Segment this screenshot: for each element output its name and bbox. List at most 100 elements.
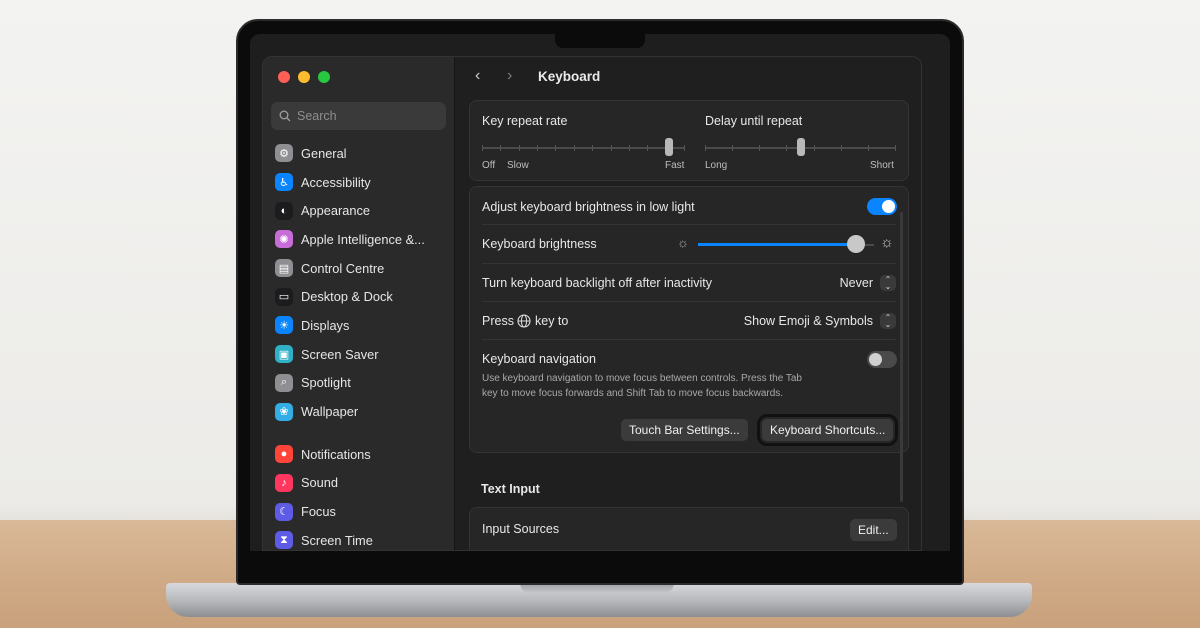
sidebar-item-label: Notifications	[301, 446, 371, 462]
brightness-high-icon: ☼	[880, 234, 894, 251]
backlight-off-label: Turn keyboard backlight off after inacti…	[482, 276, 712, 290]
keyboard-brightness-fill	[698, 243, 857, 246]
keyboard-navigation-toggle[interactable]	[867, 351, 897, 368]
edit-input-sources-button[interactable]: Edit...	[850, 519, 897, 541]
sidebar-nav: ⚙ General ♿ Accessibility ◐ Appearance ✺ Apple …	[275, 139, 447, 550]
sidebar-item-appearance[interactable]: ◐ Appearance	[275, 196, 447, 225]
keyboard-brightness-label: Keyboard brightness	[482, 237, 597, 251]
slider-tick	[705, 145, 706, 151]
sidebar-item-label: Appearance	[301, 203, 371, 219]
gear-icon: ⚙	[275, 144, 293, 163]
text-input-heading: Text Input	[481, 482, 540, 496]
input-sources-card: Input Sources Edit...	[469, 507, 909, 550]
description-line-1: Use keyboard navigation to move focus be…	[482, 373, 802, 384]
page-title: Keyboard	[538, 69, 601, 84]
press-key-suffix: key to	[535, 314, 569, 328]
delay-until-repeat-knob[interactable]	[796, 138, 805, 156]
search-placeholder: Search	[297, 109, 337, 123]
sidebar-item-label: Spotlight	[301, 375, 351, 391]
backlight-off-stepper[interactable]: ⌃ ⌄	[880, 275, 896, 291]
sidebar-item-sound[interactable]: ♪ Sound	[275, 469, 447, 498]
key-repeat-rate-slider[interactable]	[482, 145, 685, 151]
slider-tick	[786, 145, 788, 151]
dock-icon: ▭	[275, 287, 293, 306]
key-repeat-card: Key repeat rate Off Slow Fast Delay unti…	[469, 100, 909, 181]
zoom-button[interactable]	[318, 71, 330, 83]
sidebar-item-screen-time[interactable]: ⧗ Screen Time	[275, 526, 447, 550]
slider-tick	[867, 145, 869, 151]
press-key-stepper[interactable]: ⌃ ⌄	[880, 313, 896, 329]
content-pane: ‹ › Keyboard Key repeat rate Off Slow Fa…	[455, 57, 921, 550]
rate-fast-label: Fast	[665, 160, 685, 171]
press-key-value[interactable]: Show Emoji & Symbols	[744, 314, 873, 328]
slider-tick	[684, 145, 685, 151]
sidebar-item-label: Control Centre	[301, 260, 385, 276]
forward-chevron-icon[interactable]: ›	[507, 67, 512, 85]
screen: Search ⚙ General ♿ Accessibility ◐ Appearance…	[250, 34, 950, 551]
sidebar-item-label: Focus	[301, 504, 336, 520]
search-icon	[279, 110, 291, 122]
minimize-button[interactable]	[298, 71, 310, 83]
accessibility-icon: ♿	[275, 173, 293, 192]
sidebar-item-label: Screen Saver	[301, 346, 379, 362]
rate-slow-label: Slow	[507, 160, 529, 171]
delay-until-repeat-label: Delay until repeat	[705, 114, 803, 128]
adjust-brightness-toggle[interactable]	[867, 198, 897, 215]
divider	[482, 224, 896, 225]
divider	[482, 263, 896, 264]
slider-tick	[628, 145, 630, 151]
sidebar-item-screen-saver[interactable]: ▣ Screen Saver	[275, 340, 447, 369]
displays-icon: ☀	[275, 316, 293, 335]
key-repeat-rate-label: Key repeat rate	[482, 114, 568, 128]
divider	[482, 339, 896, 340]
sidebar-item-label: Apple Intelligence &...	[301, 231, 425, 247]
backlight-off-value[interactable]: Never	[840, 276, 873, 290]
keyboard-settings-card: Adjust keyboard brightness in low light …	[469, 186, 909, 453]
adjust-brightness-label: Adjust keyboard brightness in low light	[482, 200, 695, 214]
apple-intelligence-icon: ✺	[275, 230, 293, 249]
toggle-knob	[882, 200, 895, 213]
slider-tick	[555, 145, 557, 151]
window-controls	[278, 71, 330, 83]
keyboard-brightness-knob[interactable]	[847, 235, 866, 253]
sidebar: Search ⚙ General ♿ Accessibility ◐ Appearance…	[263, 57, 455, 550]
camera-notch	[555, 30, 645, 48]
sidebar-item-notifications[interactable]: ● Notifications	[275, 440, 447, 469]
sidebar-item-general[interactable]: ⚙ General	[275, 139, 447, 168]
slider-tick	[518, 145, 520, 151]
close-button[interactable]	[278, 71, 290, 83]
keyboard-shortcuts-button[interactable]: Keyboard Shortcuts...	[756, 414, 899, 446]
sidebar-item-displays[interactable]: ☀ Displays	[275, 311, 447, 340]
sidebar-item-wallpaper[interactable]: ❀ Wallpaper	[275, 397, 447, 426]
spotlight-icon: ⌕	[275, 373, 293, 392]
appearance-icon: ◐	[275, 201, 293, 220]
rate-off-label: Off	[482, 160, 496, 171]
wallpaper-icon: ❀	[275, 402, 293, 421]
slider-tick	[482, 145, 483, 151]
input-sources-label: Input Sources	[482, 522, 560, 536]
slider-tick	[592, 145, 594, 151]
sidebar-item-spotlight[interactable]: ⌕ Spotlight	[275, 369, 447, 398]
sidebar-item-accessibility[interactable]: ♿ Accessibility	[275, 168, 447, 197]
sidebar-item-focus[interactable]: ☾ Focus	[275, 497, 447, 526]
slider-tick	[813, 145, 815, 151]
search-input[interactable]: Search	[271, 102, 446, 130]
globe-icon	[517, 314, 531, 328]
scrollbar[interactable]	[900, 212, 903, 502]
control-centre-icon: ▤	[275, 259, 293, 278]
slider-tick	[895, 145, 896, 151]
sidebar-item-label: Wallpaper	[301, 404, 359, 420]
press-key-prefix: Press	[482, 314, 514, 328]
touch-bar-settings-button[interactable]: Touch Bar Settings...	[621, 419, 748, 441]
key-repeat-rate-knob[interactable]	[664, 138, 673, 156]
sidebar-item-apple-intelligence[interactable]: ✺ Apple Intelligence &...	[275, 225, 447, 254]
settings-window: Search ⚙ General ♿ Accessibility ◐ Appearance…	[262, 56, 922, 551]
back-chevron-icon[interactable]: ‹	[475, 67, 480, 85]
sidebar-item-control-centre[interactable]: ▤ Control Centre	[275, 254, 447, 283]
slider-tick	[573, 145, 575, 151]
sidebar-item-desktop-dock[interactable]: ▭ Desktop & Dock	[275, 282, 447, 311]
sidebar-item-label: Accessibility	[301, 174, 371, 190]
slider-tick	[759, 145, 761, 151]
description-line-2: key to move focus forwards and Shift Tab…	[482, 388, 784, 399]
sidebar-item-label: General	[301, 145, 347, 161]
